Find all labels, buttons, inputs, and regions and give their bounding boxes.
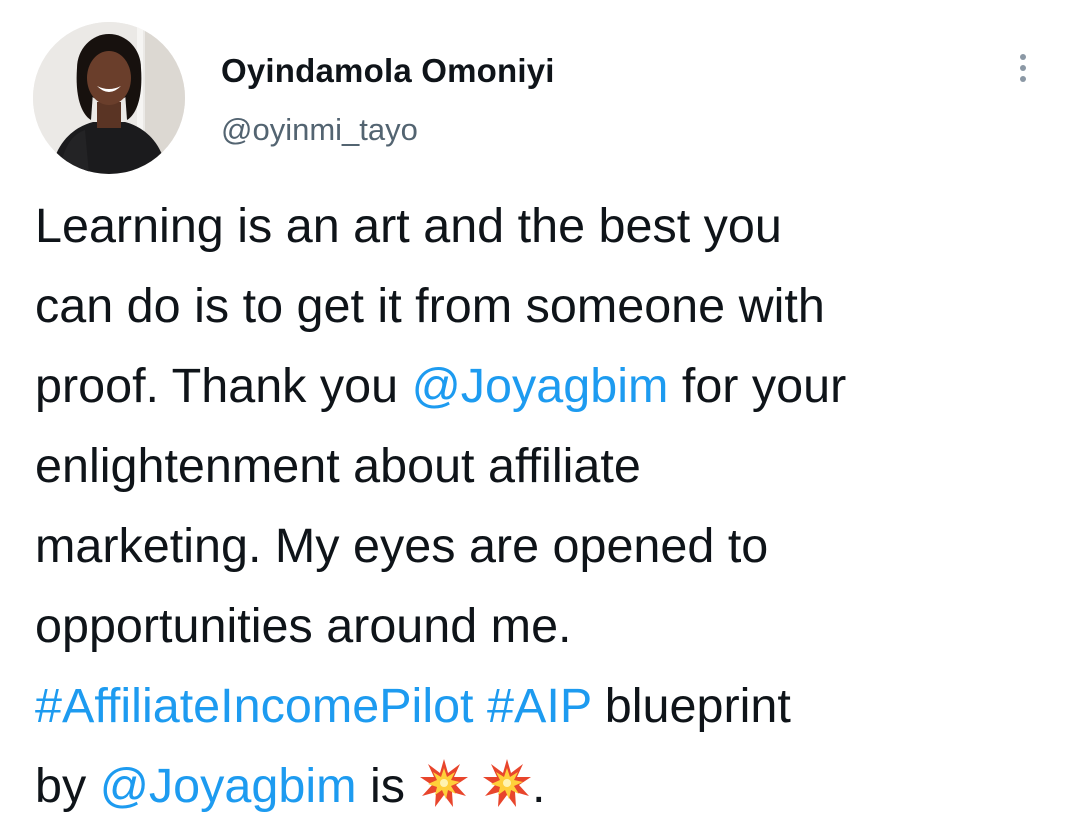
tweet-line: can do is to get it from someone with: [35, 279, 825, 333]
tweet-line: #AffiliateIncomePilot #AIP blueprint: [35, 679, 791, 733]
tweet-line: opportunities around me.: [35, 599, 572, 653]
tweet-text: Learning is an art and the best you can …: [35, 186, 1065, 826]
author-handle[interactable]: @oyinmi_tayo: [221, 112, 418, 148]
collision-icon: [482, 759, 531, 807]
tweet-line: Learning is an art and the best you: [35, 199, 782, 253]
collision-icon: [419, 759, 468, 807]
author-display-name[interactable]: Oyindamola Omoniyi: [221, 52, 555, 90]
mention-link[interactable]: @Joyagbim: [100, 759, 357, 813]
hashtag-link[interactable]: #AffiliateIncomePilot: [35, 679, 474, 733]
author-avatar[interactable]: [33, 22, 185, 174]
tweet-line: proof. Thank you @Joyagbim for your: [35, 359, 847, 413]
mention-link[interactable]: @Joyagbim: [412, 359, 669, 413]
tweet-line: marketing. My eyes are opened to: [35, 519, 769, 573]
tweet-line: enlightenment about affiliate: [35, 439, 641, 493]
tweet-line: by @Joyagbim is .: [35, 759, 546, 813]
more-options-button[interactable]: [1008, 46, 1038, 90]
more-vertical-icon: [1020, 54, 1026, 60]
hashtag-link[interactable]: #AIP: [487, 679, 591, 733]
